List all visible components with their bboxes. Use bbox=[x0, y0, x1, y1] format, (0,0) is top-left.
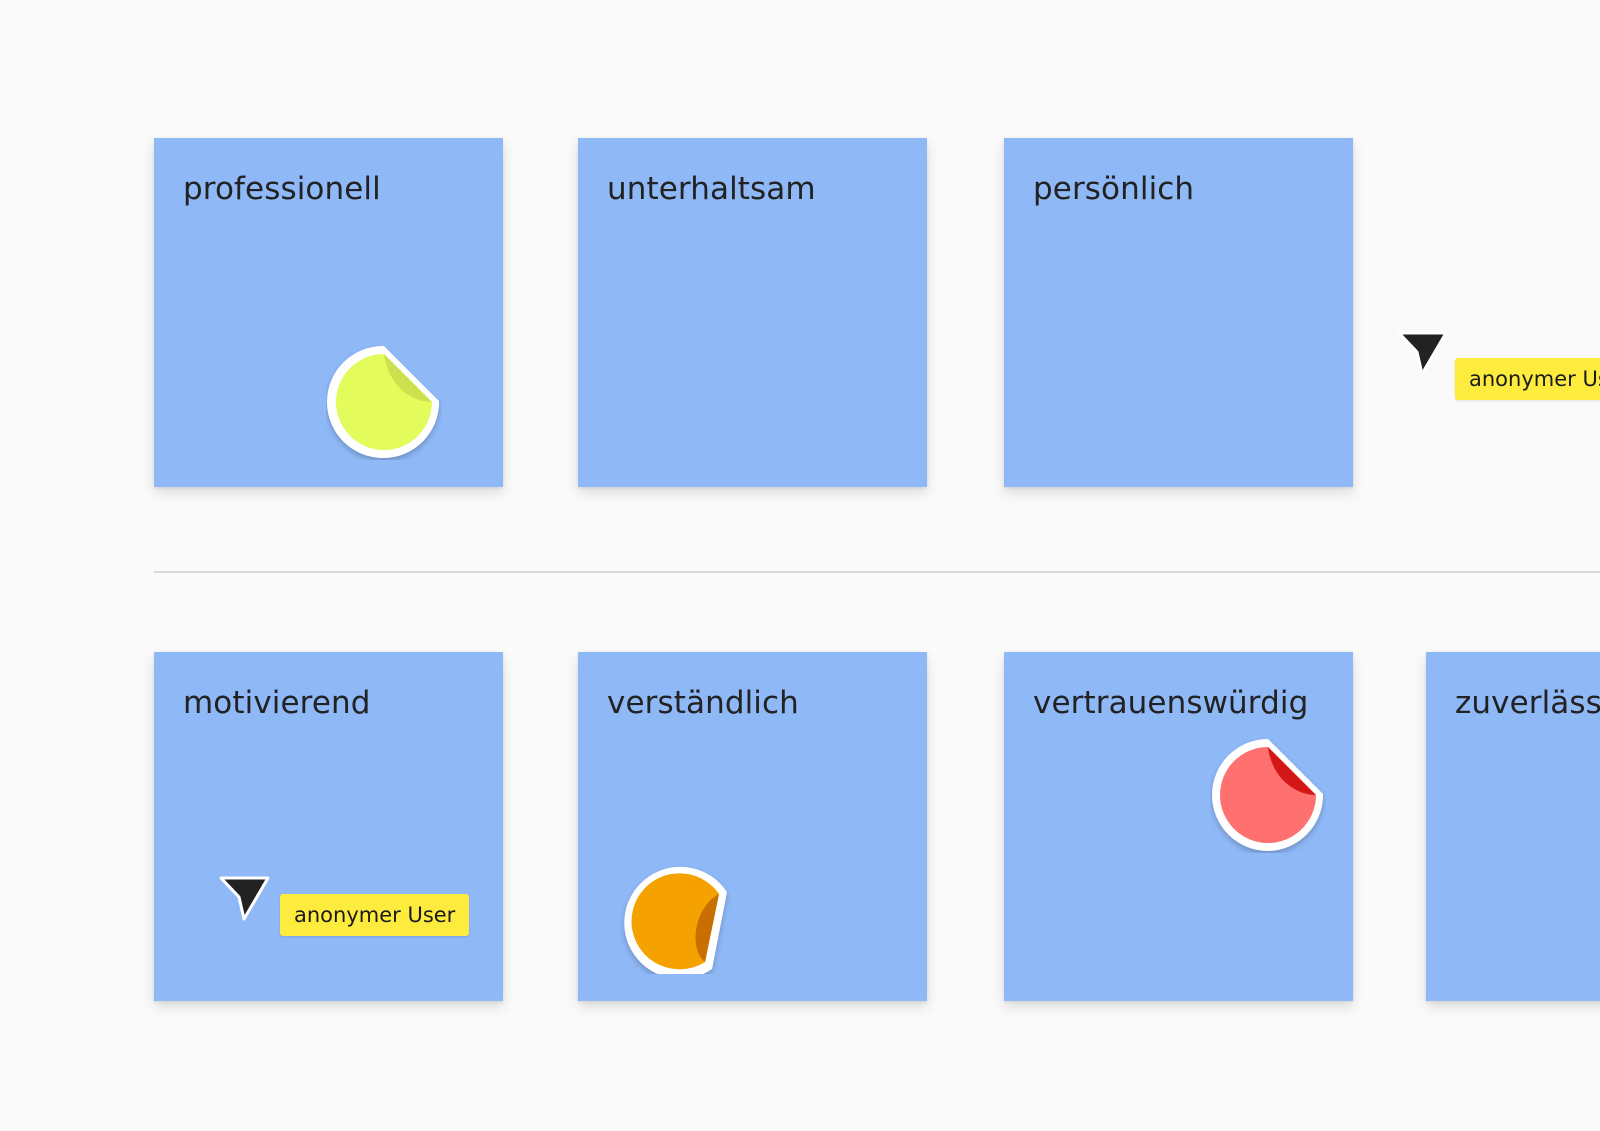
pointer-cursor-icon bbox=[1396, 330, 1450, 378]
sticky-note-label: motivierend bbox=[183, 685, 371, 721]
whiteboard-canvas[interactable]: professionell unterhaltsam persönlich mo… bbox=[0, 0, 1600, 1131]
peeling-dot-sticker-icon[interactable] bbox=[326, 344, 442, 460]
sticky-note-label: persönlich bbox=[1033, 171, 1195, 207]
remote-user-tag: anonymer User bbox=[1455, 358, 1600, 400]
sticky-note-label: professionell bbox=[183, 171, 381, 207]
sticky-note-label: vertrauenswürdig bbox=[1033, 685, 1309, 721]
remote-user-tag: anonymer User bbox=[280, 894, 470, 936]
peeling-dot-sticker-icon[interactable] bbox=[617, 858, 733, 974]
sticky-note-unterhaltsam[interactable]: unterhaltsam bbox=[578, 138, 927, 487]
sticky-note-motivierend[interactable]: motivierend bbox=[154, 652, 503, 1001]
sticky-note-zuverlaessig[interactable]: zuverlässig bbox=[1426, 652, 1600, 1001]
section-divider bbox=[154, 571, 1600, 573]
sticky-note-label: verständlich bbox=[607, 685, 799, 721]
sticky-note-persoenlich[interactable]: persönlich bbox=[1004, 138, 1353, 487]
sticky-note-label: unterhaltsam bbox=[607, 171, 816, 207]
sticky-note-label: zuverlässig bbox=[1455, 685, 1600, 721]
pointer-cursor-icon bbox=[218, 875, 272, 923]
peeling-dot-sticker-icon[interactable] bbox=[1210, 737, 1326, 853]
